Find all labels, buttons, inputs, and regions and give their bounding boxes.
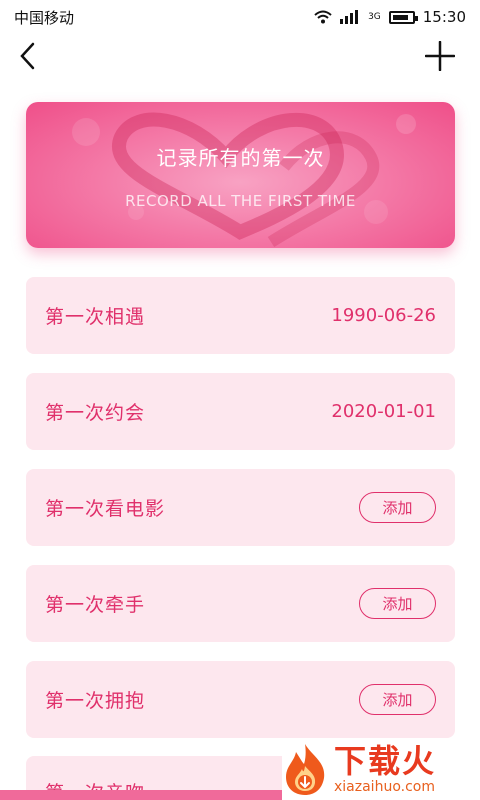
signal-icon [340, 10, 359, 24]
watermark-name: 下载火 [334, 742, 437, 780]
record-date: 2020-01-01 [331, 401, 436, 422]
clock-time: 15:30 [422, 8, 466, 26]
record-card-hug[interactable]: 第一次拥抱 添加 [26, 661, 455, 738]
record-card-movie[interactable]: 第一次看电影 添加 [26, 469, 455, 546]
banner-subtitle: RECORD ALL THE FIRST TIME [125, 192, 356, 210]
plus-icon [425, 41, 455, 71]
record-card-meet[interactable]: 第一次相遇 1990-06-26 [26, 277, 455, 354]
add-button[interactable]: 添加 [359, 684, 436, 715]
record-label: 第一次相遇 [45, 306, 146, 328]
add-record-button[interactable] [420, 36, 460, 76]
back-button[interactable] [8, 36, 48, 76]
back-arrow-icon [20, 42, 35, 70]
nav-bar [0, 34, 480, 78]
record-card-date[interactable]: 第一次约会 2020-01-01 [26, 373, 455, 450]
battery-icon [388, 10, 418, 24]
watermark-url: xiazaihuo.com [334, 779, 435, 795]
status-icons: 3G 15:30 [314, 8, 466, 26]
record-date: 1990-06-26 [331, 305, 436, 326]
watermark: 下载火 xiazaihuo.com [282, 738, 480, 800]
network-type: 3G [368, 12, 381, 22]
bottom-bar [0, 790, 282, 800]
banner-title: 记录所有的第一次 [156, 146, 325, 170]
record-label: 第一次看电影 [45, 498, 166, 520]
record-label: 第一次约会 [45, 402, 146, 424]
add-button[interactable]: 添加 [359, 492, 436, 523]
carrier-label: 中国移动 [14, 8, 75, 27]
record-label: 第一次牵手 [45, 594, 146, 616]
record-label: 第一次拥抱 [45, 690, 146, 712]
flame-logo-icon [286, 744, 325, 795]
hearts-illustration [72, 112, 416, 248]
wifi-icon [314, 10, 332, 24]
status-bar: 中国移动 3G 15:30 [0, 0, 480, 34]
banner: 记录所有的第一次 RECORD ALL THE FIRST TIME [26, 102, 455, 248]
add-button[interactable]: 添加 [359, 588, 436, 619]
record-card-hand[interactable]: 第一次牵手 添加 [26, 565, 455, 642]
